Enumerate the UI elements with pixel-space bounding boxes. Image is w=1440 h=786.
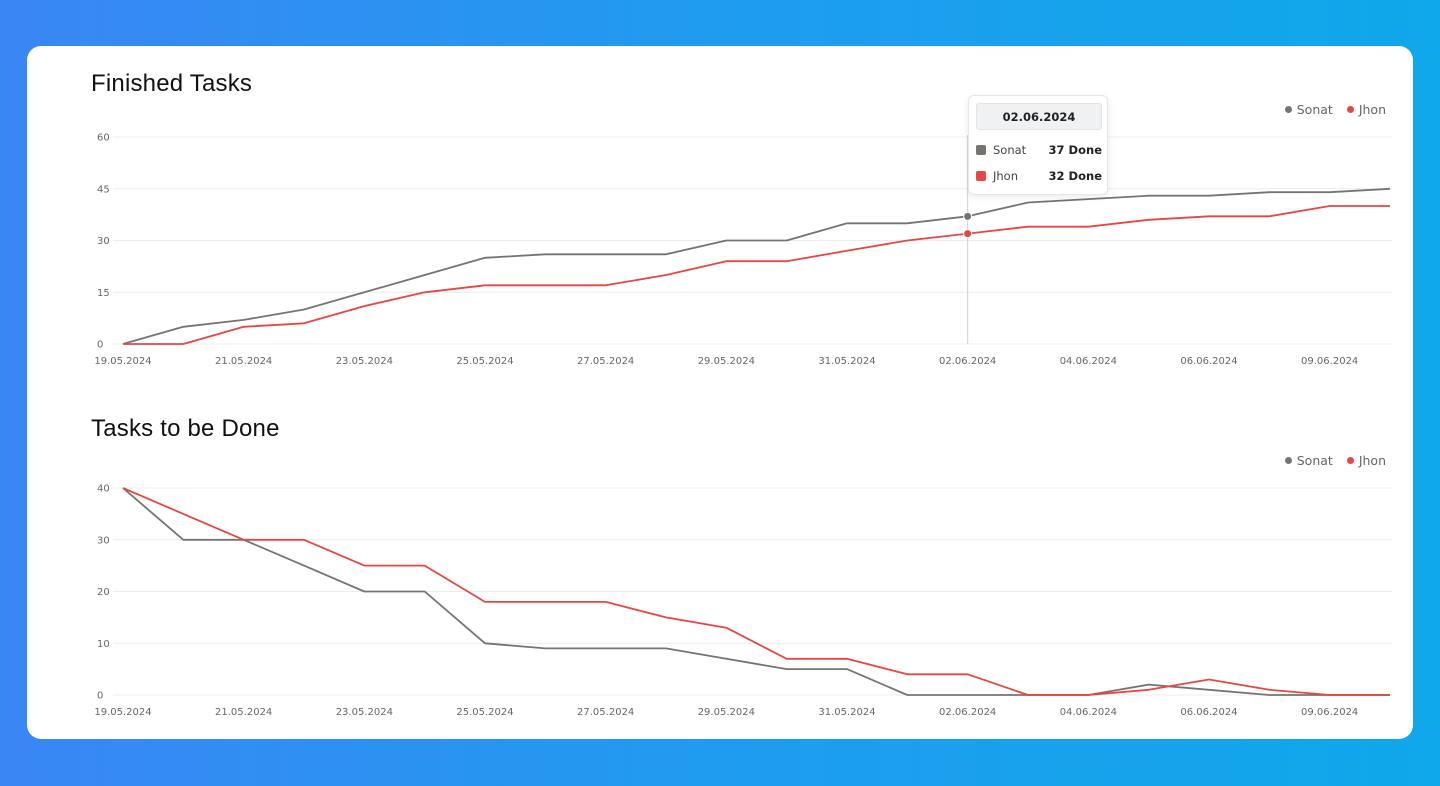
x-tick-label: 29.05.2024 — [698, 707, 755, 718]
x-tick-label: 06.06.2024 — [1180, 707, 1237, 718]
x-tick-label: 02.06.2024 — [939, 707, 996, 718]
y-tick-label: 40 — [97, 484, 110, 495]
x-tick-label: 09.06.2024 — [1301, 707, 1358, 718]
x-tick-label: 04.06.2024 — [1060, 707, 1117, 718]
x-tick-label: 19.05.2024 — [94, 707, 151, 718]
y-tick-label: 10 — [97, 639, 110, 650]
x-tick-label: 25.05.2024 — [456, 707, 513, 718]
dashboard-card: Finished Tasks Sonat Jhon 0 15 30 45 60 19.05… — [27, 46, 1413, 739]
y-tick-label: 0 — [97, 691, 103, 702]
y-tick-label: 20 — [97, 587, 110, 598]
y-tick-label: 30 — [97, 535, 110, 546]
x-tick-label: 27.05.2024 — [577, 707, 634, 718]
x-tick-label: 31.05.2024 — [818, 707, 875, 718]
x-tick-label: 23.05.2024 — [336, 707, 393, 718]
tasks-to-be-done-chart[interactable]: 0 10 20 30 40 19.05.2024 21.05.2024 23.05.2024 2… — [27, 46, 1413, 739]
x-tick-label: 21.05.2024 — [215, 707, 272, 718]
